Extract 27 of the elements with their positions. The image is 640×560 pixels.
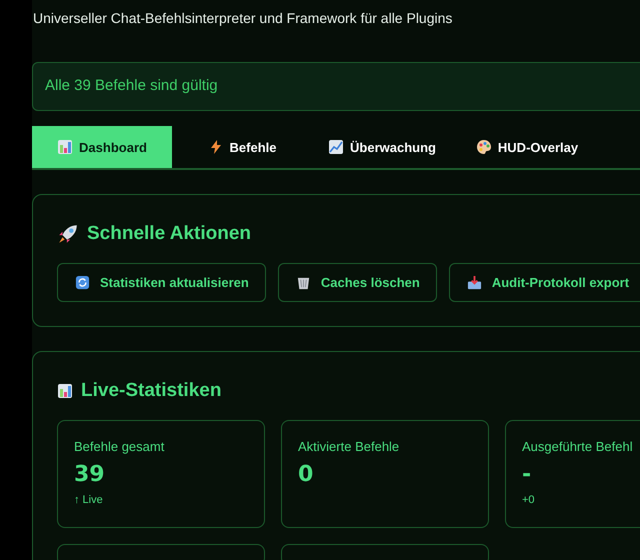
stat-label: Ausgeführte Befehl xyxy=(522,439,634,454)
status-banner: Alle 39 Befehle sind gültig xyxy=(32,62,640,111)
bar-chart-icon xyxy=(57,383,73,399)
stat-label: Befehle gesamt xyxy=(74,439,166,454)
stat-value: 39 xyxy=(74,462,106,489)
section-title: Schnelle Aktionen xyxy=(87,223,251,245)
action-button[interactable]: Statistiken aktualisieren xyxy=(57,263,266,302)
tab[interactable]: Befehle xyxy=(172,126,312,168)
action-button[interactable]: Caches löschen xyxy=(278,263,437,302)
stat-value: - xyxy=(522,462,532,489)
refresh-icon xyxy=(75,275,90,290)
palette-icon xyxy=(476,139,492,155)
stat-note: +0 xyxy=(522,494,536,506)
tab[interactable]: Überwachung xyxy=(312,126,452,168)
action-button[interactable]: Audit-Protokoll export xyxy=(448,263,640,302)
rocket-icon xyxy=(57,223,79,245)
tab[interactable]: Dashboard xyxy=(32,126,172,168)
stat-label: Aktivierte Befehle xyxy=(298,439,400,454)
stat-note: ↑ Live xyxy=(74,494,104,506)
subtitle: Universeller Chat-Befehlsinterpreter und Framework für alle Plugins xyxy=(32,9,454,28)
tab[interactable]: HUD-Overlay xyxy=(452,126,602,168)
section-title: Live-Statistiken xyxy=(81,380,222,402)
bar-chart-icon xyxy=(57,139,74,155)
download-tray-icon xyxy=(466,275,482,290)
stat-value: 0 xyxy=(298,462,314,489)
trash-icon xyxy=(296,275,311,290)
line-chart-icon xyxy=(328,139,344,155)
